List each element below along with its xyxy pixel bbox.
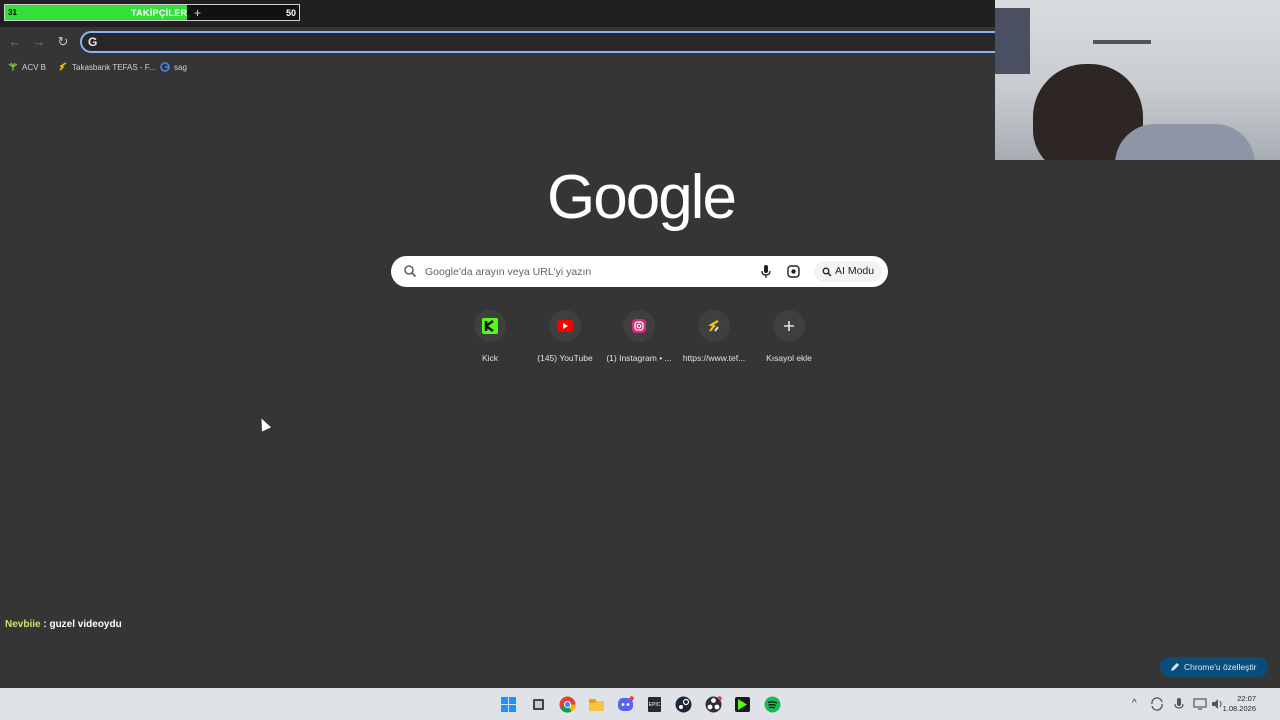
chat-text: guzel videoydu — [49, 619, 122, 630]
search-icon — [404, 265, 417, 278]
address-bar[interactable]: G — [80, 31, 1020, 53]
forward-arrow-icon[interactable]: → — [30, 33, 48, 51]
network-icon[interactable] — [1193, 697, 1207, 711]
clock-time: 22:07 — [1237, 694, 1256, 703]
instagram-icon — [632, 319, 646, 333]
stream-chat-message: Nevbiie : guzel videoydu — [5, 619, 122, 630]
customize-chrome-button[interactable]: Chrome'u özelleştir — [1160, 657, 1268, 677]
customize-label: Chrome'u özelleştir — [1184, 662, 1257, 672]
bookmark-sag[interactable]: sag — [160, 62, 187, 72]
follower-current-count: 31 — [8, 8, 17, 17]
ai-mode-button[interactable]: AI Modu — [814, 261, 883, 282]
svg-text:EPIC: EPIC — [649, 702, 661, 708]
ai-search-icon — [822, 267, 832, 276]
shortcut-icon-wrap — [773, 310, 805, 342]
epic-games-icon[interactable]: EPIC — [646, 696, 663, 713]
bookmark-label: ACV B — [22, 62, 47, 72]
google-icon — [160, 62, 170, 72]
shortcut-kick[interactable]: Kick — [452, 310, 528, 368]
windows-taskbar: EPIC ^ 22:07 1.08.2026 — [0, 688, 1280, 720]
task-view-icon[interactable] — [530, 696, 547, 713]
search-placeholder: Google'da arayın veya URL'yi yazın — [425, 266, 592, 278]
shortcut-label: Kısayol ekle — [766, 353, 812, 363]
tray-overflow-icon[interactable]: ^ — [1132, 698, 1137, 709]
file-explorer-icon[interactable] — [588, 696, 605, 713]
bookmark-acv-b[interactable]: ACV B — [8, 62, 46, 72]
follower-goal-count: 50 — [285, 8, 296, 18]
shortcut-icon-wrap — [623, 310, 655, 342]
shortcut-icon-wrap — [549, 310, 581, 342]
bookmark-takasbank[interactable]: Takasbank TEFAS - F... — [58, 62, 155, 72]
webcam-poster — [995, 8, 1030, 74]
webcam-shelf — [1093, 40, 1151, 44]
shortcut-label: (145) YouTube — [537, 353, 593, 363]
discord-icon[interactable] — [617, 696, 634, 713]
pencil-icon — [1171, 663, 1179, 671]
webcam-overlay — [995, 0, 1280, 160]
kick-icon — [482, 318, 498, 334]
spotify-icon[interactable] — [764, 696, 781, 713]
shortcut-icon-wrap — [474, 310, 506, 342]
shortcut-add[interactable]: Kısayol ekle — [751, 310, 827, 368]
sync-icon[interactable] — [1150, 697, 1164, 711]
windows-start-icon[interactable] — [500, 696, 517, 713]
follower-label: TAKİPÇİLER — [131, 8, 188, 18]
follower-goal-bar: 31 TAKİPÇİLER + 50 — [4, 4, 300, 21]
shortcut-youtube[interactable]: (145) YouTube — [527, 310, 603, 368]
plant-icon — [8, 62, 18, 71]
shortcut-tefas[interactable]: https://www.tef... — [676, 310, 752, 368]
mouse-cursor-icon — [256, 416, 272, 432]
system-clock[interactable]: 22:07 1.08.2026 — [1223, 694, 1256, 714]
game-launcher-icon[interactable] — [734, 696, 751, 713]
clock-date: 1.08.2026 — [1222, 704, 1256, 713]
shortcut-icon-wrap — [698, 310, 730, 342]
plus-icon — [784, 321, 794, 331]
reload-icon[interactable]: ↻ — [54, 33, 72, 51]
omnibox-google-icon: G — [88, 35, 98, 49]
google-lens-icon[interactable] — [786, 264, 801, 279]
tefas-icon — [59, 62, 67, 71]
shortcut-label: https://www.tef... — [682, 353, 746, 363]
youtube-icon — [557, 320, 573, 332]
chrome-icon[interactable] — [559, 696, 576, 713]
webcam-person-shirt — [1115, 124, 1255, 160]
shortcut-label: Kick — [481, 353, 499, 363]
shortcut-instagram[interactable]: (1) Instagram • ... — [601, 310, 677, 368]
microphone-tray-icon[interactable] — [1172, 697, 1186, 711]
obs-icon[interactable] — [705, 696, 722, 713]
steam-icon[interactable] — [675, 696, 692, 713]
google-logo: Google — [547, 163, 737, 232]
bookmark-label: sag — [174, 62, 187, 72]
follower-plus: + — [194, 6, 202, 20]
chat-username: Nevbiie — [5, 619, 41, 630]
bookmark-label: Takasbank TEFAS - F... — [72, 62, 156, 72]
tefas-icon — [708, 320, 719, 332]
ai-mode-label: AI Modu — [835, 265, 875, 277]
shortcut-label: (1) Instagram • ... — [606, 353, 672, 363]
search-box[interactable]: Google'da arayın veya URL'yi yazın AI Mo… — [391, 256, 888, 287]
microphone-icon[interactable] — [759, 264, 773, 279]
back-arrow-icon[interactable]: ← — [6, 33, 24, 51]
